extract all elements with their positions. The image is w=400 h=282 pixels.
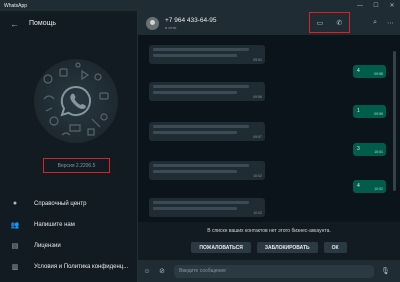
- minimize-button[interactable]: —: [352, 0, 368, 11]
- incoming-message[interactable]: 09:57: [149, 122, 265, 141]
- banner-actions: ПОЖАЛОВАТЬСЯ ЗАБЛОКИРОВАТЬ ОК: [138, 242, 400, 253]
- menu-item-terms-privacy[interactable]: ▥ Условия и Политика конфиденц...: [0, 256, 138, 277]
- report-button[interactable]: ПОЖАЛОВАТЬСЯ: [191, 242, 251, 253]
- people-icon: 👥: [10, 221, 20, 229]
- message-composer: ☺ ⊘ Введите сообщение 🎙: [138, 260, 400, 282]
- menu-item-label: Условия и Политика конфиденц...: [34, 263, 129, 270]
- window-controls: — ☐ ✕: [352, 0, 400, 11]
- help-header: ← Помощь: [0, 11, 137, 36]
- message-text: 4: [357, 183, 360, 189]
- contact-name: +7 964 433-64-95: [165, 16, 217, 24]
- message-text: 4: [357, 68, 360, 74]
- message-time: 09:59: [374, 112, 383, 116]
- incoming-message[interactable]: 10:02: [149, 161, 265, 180]
- outgoing-message[interactable]: 4 10:02: [353, 180, 386, 193]
- video-call-icon[interactable]: ▭: [317, 19, 324, 27]
- attach-icon[interactable]: ⊘: [156, 267, 168, 275]
- doodle-pattern-icon: [43, 62, 109, 136]
- message-list[interactable]: 09:51 4 09:58 09:56 1 09:59 09:57 3 10:0…: [138, 35, 393, 222]
- version-label: Версия 2.2206.5: [43, 158, 110, 173]
- outgoing-message[interactable]: 4 09:58: [353, 65, 386, 78]
- message-time: 10:02: [253, 174, 262, 178]
- title-bar: WhatsApp — ☐ ✕: [0, 0, 400, 11]
- message-time: 09:51: [253, 58, 262, 62]
- app: ← Помощь Версия 2.2206.5 ● Справочный це…: [0, 11, 400, 282]
- message-time: 09:56: [253, 95, 262, 99]
- close-button[interactable]: ✕: [384, 0, 400, 11]
- menu-item-label: Напишите нам: [34, 221, 75, 228]
- message-time: 09:58: [374, 72, 383, 76]
- contact-status: в сети: [165, 24, 177, 30]
- unknown-business-banner: В списке ваших контактов нет этого бизне…: [138, 222, 400, 260]
- menu-item-label: Справочный центр: [34, 200, 87, 207]
- outgoing-message[interactable]: 1 09:59: [353, 105, 386, 118]
- policy-icon: ▥: [11, 263, 19, 271]
- menu-item-help-center[interactable]: ● Справочный центр: [0, 193, 138, 214]
- message-input[interactable]: Введите сообщение: [174, 264, 374, 278]
- ok-button[interactable]: ОК: [323, 242, 347, 253]
- chat-header[interactable]: +7 964 433-64-95 в сети ▭ ✆ ⌕ ⋯: [138, 11, 400, 35]
- search-icon[interactable]: ⌕: [373, 19, 377, 27]
- message-time: 10:01: [374, 150, 383, 154]
- menu-item-label: Лицензии: [34, 242, 61, 249]
- header-actions: ⌕ ⋯: [373, 11, 394, 35]
- document-icon: ▤: [11, 242, 19, 250]
- outgoing-message[interactable]: 3 10:01: [353, 143, 386, 156]
- avatar[interactable]: [146, 16, 159, 30]
- incoming-message[interactable]: 10:02: [149, 198, 265, 217]
- voice-call-icon[interactable]: ✆: [337, 19, 343, 27]
- scrollbar[interactable]: [393, 51, 396, 191]
- menu-item-contact-us[interactable]: 👥 Напишите нам: [0, 214, 138, 235]
- emoji-icon[interactable]: ☺: [141, 268, 153, 275]
- message-text: 3: [357, 146, 360, 152]
- help-circle-icon: ●: [12, 200, 18, 207]
- help-panel: ← Помощь Версия 2.2206.5 ● Справочный це…: [0, 11, 138, 282]
- message-text: 1: [357, 108, 360, 114]
- microphone-icon[interactable]: 🎙: [381, 267, 390, 275]
- banner-text: В списке ваших контактов нет этого бизне…: [207, 228, 331, 234]
- message-time: 09:57: [253, 135, 262, 139]
- message-time: 10:02: [374, 187, 383, 191]
- window-title: WhatsApp: [4, 2, 28, 9]
- help-title: Помощь: [29, 20, 57, 27]
- block-button[interactable]: ЗАБЛОКИРОВАТЬ: [256, 242, 318, 253]
- back-arrow-icon[interactable]: ←: [10, 19, 19, 29]
- chat-area: +7 964 433-64-95 в сети ▭ ✆ ⌕ ⋯ 09:51 4 …: [138, 11, 400, 282]
- maximize-button[interactable]: ☐: [368, 0, 384, 11]
- call-buttons-highlight: ▭ ✆: [309, 12, 350, 33]
- incoming-message[interactable]: 09:51: [149, 45, 265, 64]
- whatsapp-doodle-logo: [34, 59, 118, 143]
- help-menu: ● Справочный центр 👥 Напишите нам ▤ Лице…: [0, 193, 138, 277]
- message-time: 10:02: [253, 211, 262, 215]
- more-options-icon[interactable]: ⋯: [387, 19, 394, 27]
- incoming-message[interactable]: 09:56: [149, 82, 265, 101]
- contact-info[interactable]: +7 964 433-64-95 в сети: [165, 17, 217, 30]
- menu-item-licenses[interactable]: ▤ Лицензии: [0, 235, 138, 256]
